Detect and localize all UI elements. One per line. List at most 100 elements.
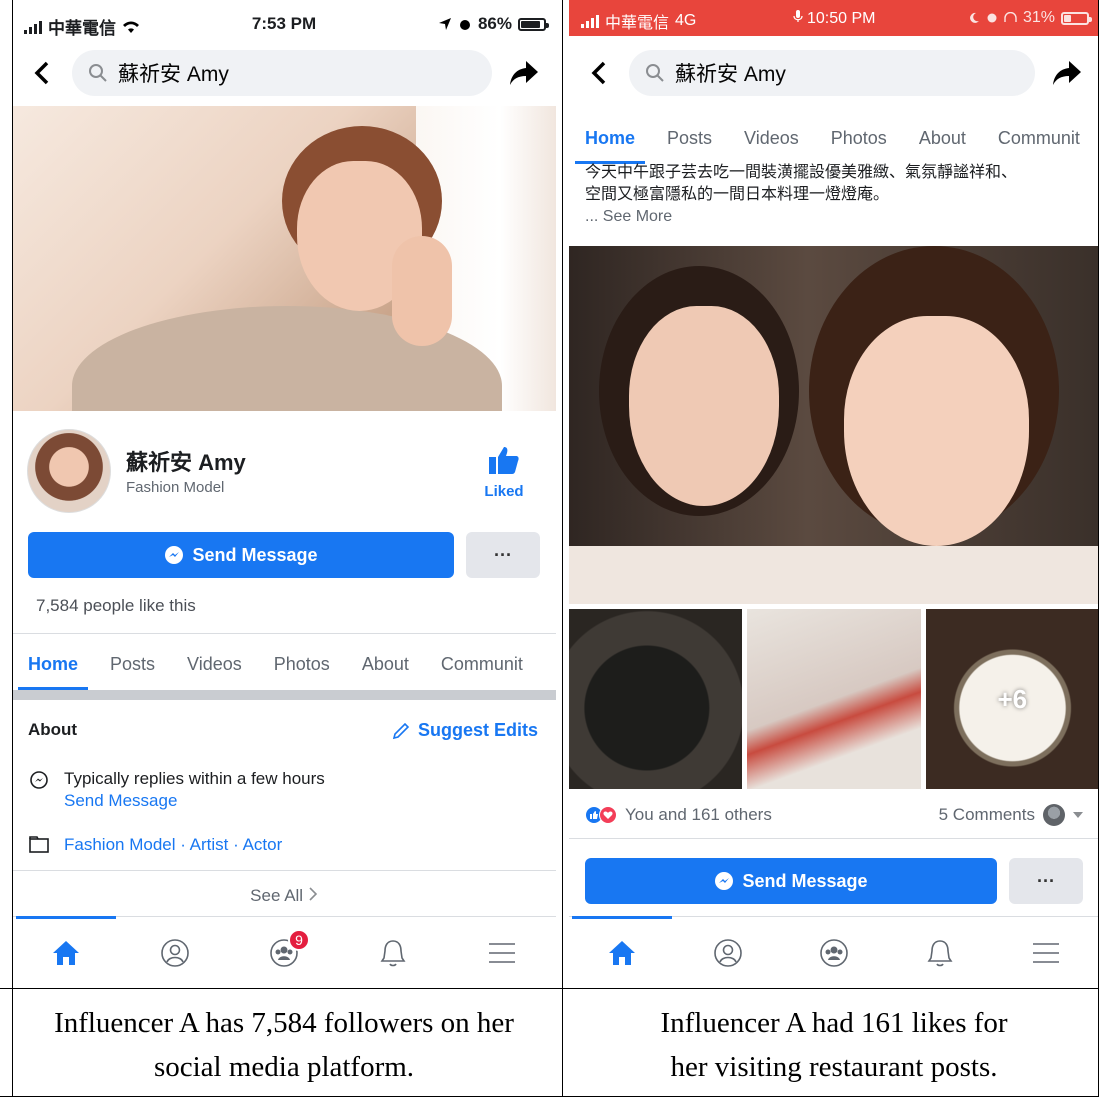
photo-thumbnail[interactable] xyxy=(569,609,743,789)
tab-photos[interactable]: Photos xyxy=(815,112,903,164)
post-text-line: 空間又極富隱私的一間日本料理一燈燈庵。 xyxy=(585,186,890,203)
profile-icon xyxy=(714,938,742,967)
likes-count: 7,584 people like this xyxy=(36,596,196,615)
tab-home[interactable]: Home xyxy=(569,112,651,164)
tab-home[interactable]: Home xyxy=(12,638,94,690)
nav-menu[interactable] xyxy=(472,923,532,983)
page-tabs: Home Posts Videos Photos About Communit xyxy=(12,638,556,690)
avatar xyxy=(1043,804,1065,826)
reactions-count: You and 161 others xyxy=(625,805,772,824)
alarm-icon xyxy=(987,13,997,23)
messenger-icon xyxy=(715,872,734,890)
status-right: 86% xyxy=(438,14,549,34)
nav-groups[interactable]: 9 xyxy=(254,923,314,983)
love-reaction-icon xyxy=(599,806,617,824)
share-arrow-icon xyxy=(510,61,538,85)
about-categories: Fashion Model · Artist · Actor xyxy=(28,834,540,856)
post-main-photo[interactable] xyxy=(569,246,1099,604)
send-message-link[interactable]: Send Message xyxy=(64,791,177,810)
search-query: 蘇祈安 Amy xyxy=(675,63,786,86)
tab-about[interactable]: About xyxy=(903,112,982,164)
caption-right: Influencer A had 161 likes for her visit… xyxy=(660,1007,1008,1083)
back-button[interactable] xyxy=(569,61,629,85)
menu-icon xyxy=(488,942,515,963)
nav-notifications[interactable] xyxy=(910,923,970,983)
search-icon xyxy=(89,64,107,82)
search-query: 蘇祈安 Amy xyxy=(118,63,229,86)
search-input[interactable]: 蘇祈安 Amy xyxy=(72,50,492,96)
send-message-button[interactable]: Send Message xyxy=(28,532,454,578)
cover-photo[interactable] xyxy=(12,106,556,411)
tab-posts[interactable]: Posts xyxy=(94,638,171,690)
tab-videos[interactable]: Videos xyxy=(171,638,258,690)
bell-icon xyxy=(927,939,953,966)
figure-border xyxy=(0,988,1099,989)
share-button[interactable] xyxy=(492,60,556,86)
nav-profile[interactable] xyxy=(145,923,205,983)
comparison-figure: 中華電信 7:53 PM 86% 蘇祈安 Amy 蘇祈安 Amy Fashion… xyxy=(0,0,1099,1097)
thumbs-up-icon xyxy=(489,447,519,474)
nav-menu[interactable] xyxy=(1016,923,1076,983)
battery-percent: 86% xyxy=(477,14,512,33)
post-text-line: 今天中午跟子芸去吃一間裝潢擺設優美雅緻、氣氛靜謐祥和、 xyxy=(585,164,1018,181)
nav-profile[interactable] xyxy=(698,923,758,983)
divider xyxy=(12,870,556,871)
post-photo-grid: +6 xyxy=(569,609,1099,789)
photo-thumbnail[interactable] xyxy=(747,609,921,789)
more-button[interactable]: ··· xyxy=(1009,858,1083,904)
photo-thumbnail[interactable]: +6 xyxy=(925,609,1099,789)
reactions-row: You and 161 others 5 Comments xyxy=(585,800,1083,830)
more-photos-count: +6 xyxy=(997,683,1028,714)
more-button[interactable]: ··· xyxy=(466,532,540,578)
home-icon xyxy=(609,940,635,965)
figure-border xyxy=(562,0,563,1097)
caption-left: Influencer A has 7,584 followers on her … xyxy=(54,1007,514,1083)
action-buttons: Send Message ··· xyxy=(28,532,540,578)
page-name: 蘇祈安 Amy xyxy=(126,450,246,475)
search-input[interactable]: 蘇祈安 Amy xyxy=(629,50,1035,96)
back-chevron-icon xyxy=(591,61,606,85)
nav-home[interactable] xyxy=(16,915,117,983)
headphones-icon xyxy=(1004,12,1017,22)
categories-link[interactable]: Fashion Model · Artist · Actor xyxy=(64,834,282,856)
profile-header: 蘇祈安 Amy Fashion Model Liked xyxy=(12,425,556,525)
profile-icon xyxy=(161,938,189,967)
bell-icon xyxy=(380,939,406,966)
back-chevron-icon xyxy=(34,61,49,85)
bottom-navigation xyxy=(569,915,1099,988)
status-right: 31% xyxy=(968,9,1092,27)
battery-percent: 31% xyxy=(1022,9,1055,26)
post-text: 今天中午跟子芸去吃一間裝潢擺設優美雅緻、氣氛靜謐祥和、 空間又極富隱私的一間日本… xyxy=(585,162,1083,228)
alarm-icon xyxy=(459,20,470,30)
suggest-edits-link[interactable]: Suggest Edits xyxy=(392,720,538,741)
location-icon xyxy=(438,18,451,30)
tab-community[interactable]: Communit xyxy=(982,112,1096,164)
pencil-icon xyxy=(392,722,410,739)
back-button[interactable] xyxy=(12,61,72,85)
caret-down-icon xyxy=(1073,812,1083,818)
send-message-button[interactable]: Send Message xyxy=(585,858,997,904)
tab-posts[interactable]: Posts xyxy=(651,112,728,164)
liked-button[interactable]: Liked xyxy=(474,445,534,500)
nav-groups[interactable] xyxy=(804,923,864,983)
tab-community[interactable]: Communit xyxy=(425,638,539,690)
tab-photos[interactable]: Photos xyxy=(258,638,346,690)
see-more-link[interactable]: ... See More xyxy=(585,206,1083,228)
chevron-right-icon xyxy=(309,887,317,901)
avatar[interactable] xyxy=(27,429,111,513)
section-divider xyxy=(12,690,556,700)
reactions-summary[interactable]: You and 161 others xyxy=(585,805,772,825)
tab-videos[interactable]: Videos xyxy=(728,112,815,164)
page-category: Fashion Model xyxy=(126,479,225,496)
divider xyxy=(12,633,556,634)
about-heading: About xyxy=(28,720,78,739)
reply-time-text: Typically replies within a few hours xyxy=(64,769,325,788)
share-button[interactable] xyxy=(1035,60,1099,86)
nav-notifications[interactable] xyxy=(363,923,423,983)
nav-home[interactable] xyxy=(572,915,672,983)
comments-summary[interactable]: 5 Comments xyxy=(939,804,1083,826)
see-all-link[interactable]: See All xyxy=(12,886,556,906)
status-bar: 中華電信 7:53 PM 86% xyxy=(12,0,556,50)
tab-about[interactable]: About xyxy=(346,638,425,690)
groups-icon xyxy=(820,938,848,967)
